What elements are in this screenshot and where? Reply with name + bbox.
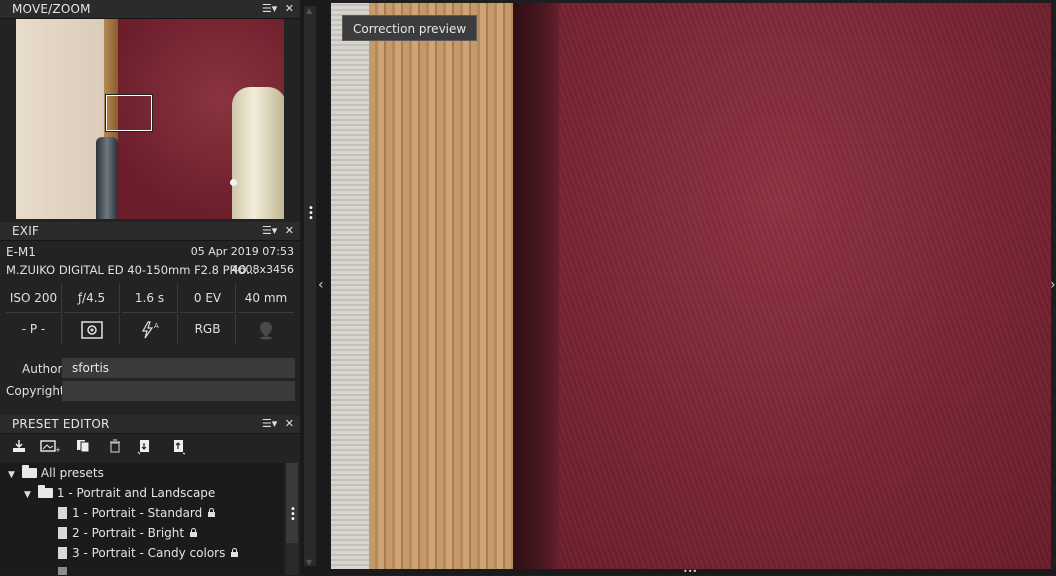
svg-text:A: A xyxy=(154,322,159,330)
exposure-mode: - P - xyxy=(6,314,62,344)
preset-editor-panel: + ▼ All presets ▼ 1 - Portrait and Landsca… xyxy=(0,433,300,575)
aperture-value: ƒ/4.5 xyxy=(64,283,120,313)
image-viewer[interactable] xyxy=(331,3,1051,569)
splitter-grip-icon[interactable]: • • • xyxy=(308,204,314,224)
scrollbar-thumb[interactable] xyxy=(286,463,298,543)
tree-item-label: 3 - Portrait - Candy colors xyxy=(72,546,226,560)
left-panel: MOVE/ZOOM ☰▾ ✕ EXIF ☰▾ ✕ E-M1 05 Apr 201… xyxy=(0,0,300,575)
color-space: RGB xyxy=(180,314,236,344)
viewer-shadow xyxy=(513,3,563,569)
gps-location-icon xyxy=(238,314,294,344)
navigator-thumbnail[interactable] xyxy=(16,19,284,219)
panel-menu-icon[interactable]: ☰▾ xyxy=(262,224,277,237)
tree-item-label: All presets xyxy=(40,466,104,480)
zoom-viewport-rectangle[interactable] xyxy=(106,95,152,131)
expand-right-chevron-icon[interactable]: › xyxy=(1050,277,1056,293)
move-zoom-title: MOVE/ZOOM xyxy=(12,2,91,16)
svg-text:+: + xyxy=(55,446,60,453)
panel-menu-icon[interactable]: ☰▾ xyxy=(262,417,277,430)
scroll-down-arrow-icon[interactable]: ▼ xyxy=(306,558,312,567)
left-panel-scrollbar[interactable] xyxy=(304,6,316,566)
preset-file-icon xyxy=(58,567,67,575)
preset-tree: ▼ All presets ▼ 1 - Portrait and Landscape… xyxy=(0,463,284,575)
expand-triangle-icon[interactable]: ▼ xyxy=(8,466,15,484)
viewer-wood-frame xyxy=(369,3,517,569)
copyright-field[interactable] xyxy=(62,381,295,401)
tree-item-portrait-landscape[interactable]: ▼ 1 - Portrait and Landscape xyxy=(24,484,215,502)
close-icon[interactable]: ✕ xyxy=(285,224,294,237)
folder-icon xyxy=(37,485,53,498)
viewer-texture-overlay xyxy=(559,3,1051,569)
preset-file-icon xyxy=(58,527,67,539)
ev-value: 0 EV xyxy=(180,283,236,313)
tree-item-partial[interactable] xyxy=(58,564,72,575)
panel-menu-icon[interactable]: ☰▾ xyxy=(262,2,277,15)
lock-icon xyxy=(208,508,216,517)
import-preset-file-icon[interactable] xyxy=(136,439,154,459)
capture-datetime: 05 Apr 2019 07:53 xyxy=(190,245,294,258)
shutter-value: 1.6 s xyxy=(122,283,178,313)
close-icon[interactable]: ✕ xyxy=(285,417,294,430)
author-label: Author xyxy=(22,362,63,376)
image-resolution: 4608x3456 xyxy=(231,263,295,276)
metering-icon xyxy=(64,314,120,344)
tree-scrollbar[interactable]: • • • xyxy=(286,463,298,575)
thumbnail-screw xyxy=(230,179,237,186)
folder-icon xyxy=(21,465,37,478)
focal-length-value: 40 mm xyxy=(238,283,294,313)
thumbnail-stand xyxy=(96,137,118,219)
lock-icon xyxy=(231,548,239,557)
camera-model: E-M1 xyxy=(6,245,36,259)
tree-item-label: 2 - Portrait - Bright xyxy=(72,526,185,540)
scroll-up-arrow-icon[interactable]: ▲ xyxy=(306,6,312,15)
flash-auto-icon: A xyxy=(122,314,178,344)
iso-value: ISO 200 xyxy=(6,283,62,313)
tree-item-portrait-candy[interactable]: 3 - Portrait - Candy colors xyxy=(58,544,239,562)
bottom-grip-icon[interactable]: ••• xyxy=(683,568,697,576)
duplicate-preset-icon[interactable] xyxy=(74,439,92,459)
new-preset-from-image-icon[interactable]: + xyxy=(40,439,61,459)
close-icon[interactable]: ✕ xyxy=(285,2,294,15)
preset-editor-header: PRESET EDITOR ☰▾ ✕ xyxy=(0,415,300,434)
preset-file-icon xyxy=(58,547,67,559)
thumbnail-cup xyxy=(232,87,284,219)
correction-preview-badge: Correction preview xyxy=(342,15,478,41)
tree-item-label: 1 - Portrait and Landscape xyxy=(56,486,216,500)
exif-header: EXIF ☰▾ ✕ xyxy=(0,222,300,241)
import-preset-icon[interactable] xyxy=(10,439,28,459)
preset-file-icon xyxy=(58,507,67,519)
expand-triangle-icon[interactable]: ▼ xyxy=(24,486,31,504)
tree-item-portrait-bright[interactable]: 2 - Portrait - Bright xyxy=(58,524,198,542)
exif-title: EXIF xyxy=(12,224,40,238)
lock-icon xyxy=(190,528,198,537)
tree-item-portrait-standard[interactable]: 1 - Portrait - Standard xyxy=(58,504,216,522)
copyright-label: Copyright xyxy=(6,384,65,398)
lens-name: M.ZUIKO DIGITAL ED 40-150mm F2.8 PRO... xyxy=(6,263,258,277)
exif-grid: ISO 200 ƒ/4.5 1.6 s 0 EV 40 mm - P - A R… xyxy=(6,283,294,347)
scroll-grip-icon: • • • xyxy=(290,504,296,525)
delete-preset-icon[interactable] xyxy=(106,439,124,459)
author-field[interactable]: sfortis xyxy=(62,358,295,378)
export-preset-icon[interactable] xyxy=(170,439,188,459)
preset-editor-title: PRESET EDITOR xyxy=(12,417,110,431)
tree-item-label: 1 - Portrait - Standard xyxy=(72,506,203,520)
tree-item-all-presets[interactable]: ▼ All presets xyxy=(8,464,104,482)
collapse-left-chevron-icon[interactable]: ‹ xyxy=(318,277,324,293)
move-zoom-header: MOVE/ZOOM ☰▾ ✕ xyxy=(0,0,300,19)
